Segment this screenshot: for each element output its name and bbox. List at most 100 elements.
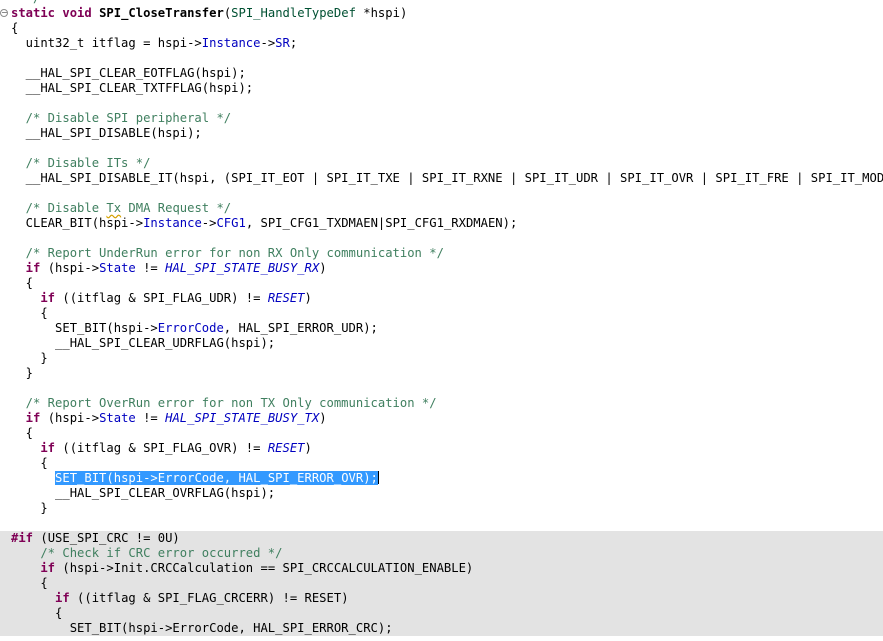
code-token: *hspi): [355, 6, 408, 20]
code-token: }: [11, 351, 48, 365]
code-text: if ((itflag & SPI_FLAG_OVR) != RESET): [11, 441, 312, 456]
code-text: if (hspi->State != HAL_SPI_STATE_BUSY_TX…: [11, 411, 327, 426]
code-token: uint32_t itflag = hspi->: [11, 36, 202, 50]
fold-collapse-icon[interactable]: −: [0, 9, 8, 17]
code-token: ): [319, 261, 327, 275]
selected-text: SET_BIT(hspi->ErrorCode, HAL_SPI_ERROR_O…: [55, 471, 378, 485]
code-text: /* Check if CRC error occurred */: [11, 546, 282, 561]
code-token: SPI_CloseTransfer: [99, 6, 224, 20]
code-line[interactable]: [0, 96, 883, 111]
code-token: if: [11, 411, 41, 425]
code-token: {: [11, 21, 19, 35]
code-line[interactable]: [0, 516, 883, 531]
code-line[interactable]: /* Disable Tx DMA Request */: [0, 201, 883, 216]
code-token: HAL_SPI_STATE_BUSY_RX: [165, 261, 320, 275]
code-text: /* Disable Tx DMA Request */: [11, 201, 231, 216]
code-line[interactable]: /* Report OverRun error for non TX Only …: [0, 396, 883, 411]
code-token: CFG1: [216, 216, 246, 230]
code-text: }: [11, 351, 48, 366]
code-token: SPI_HandleTypeDef: [231, 6, 356, 20]
code-line[interactable]: SET_BIT(hspi->ErrorCode, HAL_SPI_ERROR_U…: [0, 321, 883, 336]
code-token: }: [11, 366, 34, 380]
code-line[interactable]: }: [0, 501, 883, 516]
code-line[interactable]: [0, 186, 883, 201]
code-token: ((itflag & SPI_FLAG_OVR) !=: [55, 441, 268, 455]
code-line[interactable]: {: [0, 21, 883, 36]
code-line[interactable]: [0, 231, 883, 246]
code-token: (hspi->: [40, 261, 100, 275]
code-line[interactable]: {: [0, 276, 883, 291]
code-text: __HAL_SPI_CLEAR_EOTFLAG(hspi);: [11, 66, 246, 81]
code-line[interactable]: __HAL_SPI_CLEAR_EOTFLAG(hspi);: [0, 66, 883, 81]
code-token: __HAL_SPI_CLEAR_TXTFFLAG(hspi);: [11, 81, 254, 95]
code-line[interactable]: if ((itflag & SPI_FLAG_OVR) != RESET): [0, 441, 883, 456]
code-line[interactable]: − static void SPI_CloseTransfer(SPI_Handl…: [0, 6, 883, 21]
code-line[interactable]: {: [0, 306, 883, 321]
code-line[interactable]: __HAL_SPI_CLEAR_TXTFFLAG(hspi);: [0, 81, 883, 96]
code-token: , HAL_SPI_ERROR_UDR);: [223, 321, 378, 335]
code-line[interactable]: {: [0, 456, 883, 471]
code-line[interactable]: /* Disable SPI peripheral */: [0, 111, 883, 126]
code-line[interactable]: }: [0, 351, 883, 366]
code-line[interactable]: uint32_t itflag = hspi->Instance->SR;: [0, 36, 883, 51]
code-line[interactable]: {: [0, 426, 883, 441]
code-line-selected[interactable]: SET_BIT(hspi->ErrorCode, HAL_SPI_ERROR_O…: [0, 471, 883, 486]
code-token: Instance: [143, 216, 202, 230]
code-line[interactable]: __HAL_SPI_CLEAR_OVRFLAG(hspi);: [0, 486, 883, 501]
code-token: __HAL_SPI_DISABLE_IT(hspi, (SPI_IT_EOT |…: [11, 171, 883, 185]
code-text: SET_BIT(hspi->ErrorCode, HAL_SPI_ERROR_U…: [11, 321, 378, 336]
code-text: {: [11, 576, 47, 591]
code-line[interactable]: [0, 51, 883, 66]
code-line[interactable]: {: [0, 576, 883, 591]
code-line[interactable]: if (hspi->State != HAL_SPI_STATE_BUSY_RX…: [0, 261, 883, 276]
code-line[interactable]: /* Report UnderRun error for non RX Only…: [0, 246, 883, 261]
code-token: (hspi->Init.CRCCalculation == SPI_CRCCAL…: [55, 561, 474, 575]
code-line[interactable]: /* Disable ITs */: [0, 156, 883, 171]
code-token: ((itflag & SPI_FLAG_CRCERR) != RESET): [69, 591, 349, 605]
code-line[interactable]: __HAL_SPI_DISABLE(hspi);: [0, 126, 883, 141]
code-token: ->: [201, 216, 217, 230]
code-token: SET_BIT(hspi->: [11, 321, 158, 335]
code-line[interactable]: if (hspi->State != HAL_SPI_STATE_BUSY_TX…: [0, 411, 883, 426]
code-token: (USE_SPI_CRC != 0U): [33, 531, 180, 545]
code-line[interactable]: [0, 141, 883, 156]
code-line[interactable]: CLEAR_BIT(hspi->Instance->CFG1, SPI_CFG1…: [0, 216, 883, 231]
code-token: ->: [260, 36, 276, 50]
code-token: ErrorCode: [157, 321, 224, 335]
code-token: */: [11, 0, 41, 5]
code-line[interactable]: __HAL_SPI_CLEAR_UDRFLAG(hspi);: [0, 336, 883, 351]
code-text: {: [11, 606, 62, 621]
code-line[interactable]: [0, 381, 883, 396]
code-token: {: [11, 426, 34, 440]
code-line[interactable]: if ((itflag & SPI_FLAG_CRCERR) != RESET): [0, 591, 883, 606]
code-line[interactable]: }: [0, 366, 883, 381]
code-line[interactable]: /* Check if CRC error occurred */: [0, 546, 883, 561]
code-token: ;: [289, 36, 298, 50]
code-token: if: [11, 591, 70, 605]
code-token: __HAL_SPI_CLEAR_UDRFLAG(hspi);: [11, 336, 276, 350]
code-editor[interactable]: */−static void SPI_CloseTransfer(SPI_Han…: [0, 0, 883, 641]
code-token: SET_BIT(hspi->ErrorCode, HAL_SPI_ERROR_C…: [11, 621, 393, 635]
code-line[interactable]: #if (USE_SPI_CRC != 0U): [0, 531, 883, 546]
code-token: if: [11, 561, 56, 575]
code-line[interactable]: if (hspi->Init.CRCCalculation == SPI_CRC…: [0, 561, 883, 576]
code-line[interactable]: {: [0, 606, 883, 621]
code-text: if (hspi->Init.CRCCalculation == SPI_CRC…: [11, 561, 473, 576]
code-token: !=: [135, 261, 166, 275]
code-line[interactable]: if ((itflag & SPI_FLAG_UDR) != RESET): [0, 291, 883, 306]
code-token: }: [11, 501, 48, 515]
code-token: if: [11, 441, 56, 455]
code-line[interactable]: SET_BIT(hspi->ErrorCode, HAL_SPI_ERROR_C…: [0, 621, 883, 636]
code-line[interactable]: __HAL_SPI_DISABLE_IT(hspi, (SPI_IT_EOT |…: [0, 171, 883, 186]
code-text: if (hspi->State != HAL_SPI_STATE_BUSY_RX…: [11, 261, 327, 276]
code-text: __HAL_SPI_CLEAR_TXTFFLAG(hspi);: [11, 81, 253, 96]
code-token: /* Report OverRun error for non TX Only …: [11, 396, 437, 410]
code-token: __HAL_SPI_CLEAR_EOTFLAG(hspi);: [11, 66, 246, 80]
code-token: {: [11, 306, 48, 320]
code-text: static void SPI_CloseTransfer(SPI_Handle…: [11, 6, 407, 21]
code-token: SR: [275, 36, 290, 50]
code-token: RESET: [267, 441, 305, 455]
code-text: {: [11, 456, 47, 471]
code-text: __HAL_SPI_CLEAR_UDRFLAG(hspi);: [11, 336, 275, 351]
